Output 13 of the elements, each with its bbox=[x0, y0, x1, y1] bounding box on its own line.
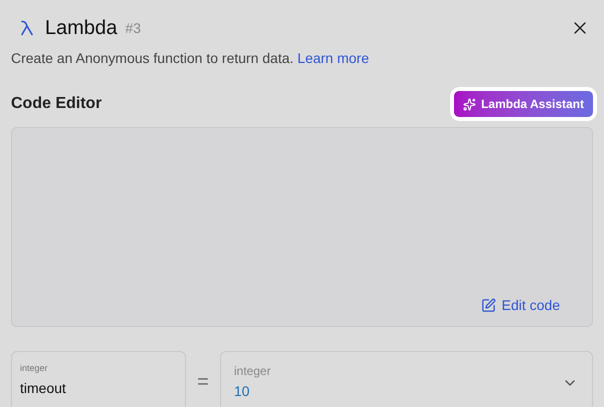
panel-title: Lambda bbox=[45, 16, 118, 41]
value-field[interactable]: integer 10 bbox=[220, 351, 593, 407]
description-text: Create an Anonymous function to return data. Learn more bbox=[11, 49, 370, 68]
equals-sign: = bbox=[196, 370, 210, 395]
name-field[interactable]: integer timeout bbox=[11, 351, 186, 407]
sparkles-icon bbox=[463, 98, 476, 110]
pencil-square-icon bbox=[480, 298, 496, 313]
lambda-icon bbox=[20, 20, 34, 36]
instance-number: #3 bbox=[125, 18, 141, 38]
learn-more-link[interactable]: Learn more bbox=[297, 50, 369, 66]
section-title: Code Editor bbox=[11, 94, 102, 114]
lambda-assistant-button[interactable]: Lambda Assistant bbox=[454, 91, 593, 117]
edit-code-button[interactable]: Edit code bbox=[480, 295, 560, 316]
